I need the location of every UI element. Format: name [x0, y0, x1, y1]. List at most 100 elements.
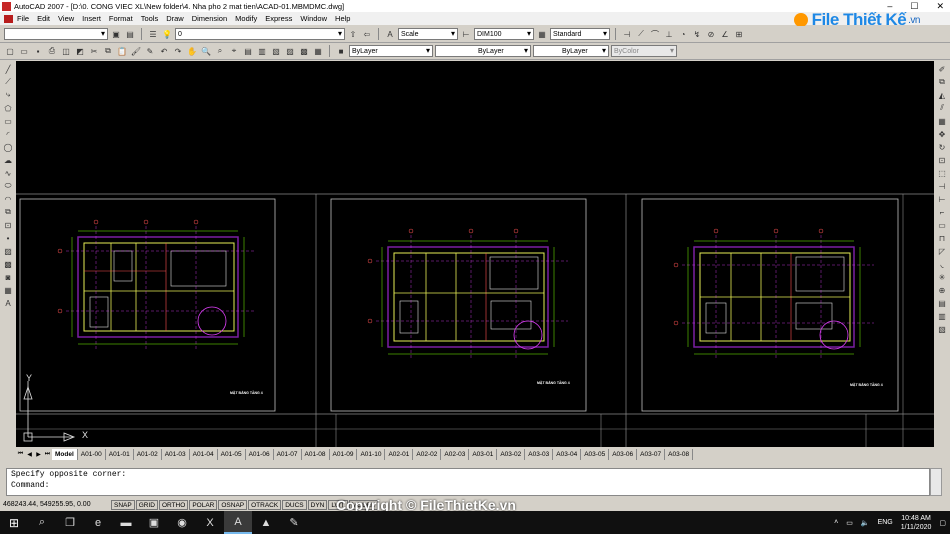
- dim-style-icon[interactable]: ⊢: [460, 28, 472, 40]
- text-style-select[interactable]: Scale: [398, 28, 458, 40]
- chrome-icon[interactable]: ◉: [168, 511, 196, 534]
- network-icon[interactable]: ▭: [846, 519, 853, 527]
- lineweight-select[interactable]: ByLayer: [533, 45, 609, 57]
- plotstyle-select[interactable]: ByColor: [611, 45, 677, 57]
- edge-browser-icon[interactable]: e: [84, 511, 112, 534]
- aligned-dim-icon[interactable]: ⟋: [635, 28, 647, 40]
- array-icon[interactable]: ▦: [936, 115, 948, 127]
- tab-layout[interactable]: A01-06: [246, 449, 274, 460]
- polygon-icon[interactable]: ⬠: [2, 102, 14, 114]
- tab-layout[interactable]: A02-01: [385, 449, 414, 460]
- ellipse-icon[interactable]: ⬭: [2, 180, 14, 192]
- workspace-save-icon[interactable]: ▤: [124, 28, 136, 40]
- tray-chevron-icon[interactable]: ˄: [834, 519, 838, 526]
- tab-layout[interactable]: A01-10: [357, 449, 386, 460]
- offset-icon[interactable]: ⫽: [936, 102, 948, 114]
- tab-model[interactable]: Model: [52, 449, 78, 460]
- menu-tools[interactable]: Tools: [141, 14, 159, 23]
- properties-icon[interactable]: ▤: [242, 45, 254, 57]
- excel-icon[interactable]: X: [196, 511, 224, 534]
- open-file-icon[interactable]: ▭: [18, 45, 30, 57]
- table-style-icon[interactable]: ▦: [536, 28, 548, 40]
- design-center-icon[interactable]: ▥: [256, 45, 268, 57]
- menu-window[interactable]: Window: [300, 14, 327, 23]
- menu-insert[interactable]: Insert: [82, 14, 101, 23]
- markup-icon[interactable]: ▩: [298, 45, 310, 57]
- ducs-toggle[interactable]: DUCS: [282, 499, 307, 510]
- zoom-window-icon[interactable]: ⌕: [214, 45, 226, 57]
- arc-icon[interactable]: ◜: [2, 128, 14, 140]
- menu-view[interactable]: View: [58, 14, 74, 23]
- menu-format[interactable]: Format: [109, 14, 133, 23]
- text-style-icon[interactable]: A: [384, 28, 396, 40]
- color-icon[interactable]: ■: [335, 45, 347, 57]
- break-icon[interactable]: ▭: [936, 219, 948, 231]
- polyline-icon[interactable]: ⤷: [2, 89, 14, 101]
- plot-icon[interactable]: ⎙: [46, 45, 58, 57]
- autocad-taskbar-icon[interactable]: A: [224, 511, 252, 534]
- osnap-toggle[interactable]: OSNAP: [218, 499, 248, 510]
- quick-dim-icon[interactable]: ⊞: [733, 28, 745, 40]
- publish-icon[interactable]: ◩: [74, 45, 86, 57]
- paste-icon[interactable]: 📋: [116, 45, 128, 57]
- move-icon[interactable]: ✥: [936, 128, 948, 140]
- menu-file[interactable]: File: [17, 14, 29, 23]
- table-icon[interactable]: ▦: [2, 284, 14, 296]
- tab-layout[interactable]: A01-04: [190, 449, 218, 460]
- block-editor-icon[interactable]: ✎: [144, 45, 156, 57]
- linear-dim-icon[interactable]: ⊣: [621, 28, 633, 40]
- jogged-dim-icon[interactable]: ↯: [691, 28, 703, 40]
- tab-layout[interactable]: A03-01: [469, 449, 498, 460]
- quickcalc-icon[interactable]: ▦: [312, 45, 324, 57]
- rotate-icon[interactable]: ↻: [936, 141, 948, 153]
- photos-icon[interactable]: ▲: [252, 511, 280, 534]
- join-icon[interactable]: ⊓: [936, 232, 948, 244]
- layer-select[interactable]: 0: [175, 28, 345, 40]
- tab-layout[interactable]: A02-02: [413, 449, 442, 460]
- linetype-select[interactable]: ByLayer: [435, 45, 531, 57]
- rectangle-icon[interactable]: ▭: [2, 115, 14, 127]
- tab-layout[interactable]: A01-00: [78, 449, 106, 460]
- windows-start-icon[interactable]: ⊞: [0, 511, 28, 534]
- ordinate-dim-icon[interactable]: ⊥: [663, 28, 675, 40]
- layer-previous-icon[interactable]: ⇦: [361, 28, 373, 40]
- otrack-toggle[interactable]: OTRACK: [248, 499, 282, 510]
- circle-icon[interactable]: ◯: [2, 141, 14, 153]
- menu-dimension[interactable]: Dimension: [192, 14, 227, 23]
- first-tab-icon[interactable]: ⏮: [16, 451, 25, 458]
- sheet-set-icon[interactable]: ▨: [284, 45, 296, 57]
- command-line[interactable]: Specify opposite corner: Command:: [6, 468, 930, 496]
- hatch-icon[interactable]: ▨: [2, 245, 14, 257]
- make-current-layer-icon[interactable]: ⇧: [347, 28, 359, 40]
- menu-edit[interactable]: Edit: [37, 14, 50, 23]
- undo-icon[interactable]: ↶: [158, 45, 170, 57]
- menu-draw[interactable]: Draw: [166, 14, 184, 23]
- prev-tab-icon[interactable]: ◀: [25, 451, 34, 458]
- diameter-dim-icon[interactable]: ⊘: [705, 28, 717, 40]
- cut-icon[interactable]: ✂: [88, 45, 100, 57]
- object-snap-icon[interactable]: ⊕: [936, 284, 948, 296]
- command-scrollbar[interactable]: [930, 468, 942, 496]
- last-tab-icon[interactable]: ⏭: [43, 451, 52, 458]
- point-icon[interactable]: •: [2, 232, 14, 244]
- tab-layout[interactable]: A03-05: [581, 449, 610, 460]
- isolate-icon[interactable]: ▧: [936, 323, 948, 335]
- document-icon[interactable]: [4, 14, 13, 23]
- copy-icon[interactable]: ⧉: [102, 45, 114, 57]
- tool-palettes-icon[interactable]: ▧: [270, 45, 282, 57]
- zoom-previous-icon[interactable]: ⌖: [228, 45, 240, 57]
- explode-icon[interactable]: ✳: [936, 271, 948, 283]
- extend-icon[interactable]: ⊢: [936, 193, 948, 205]
- save-icon[interactable]: ▪: [32, 45, 44, 57]
- menu-modify[interactable]: Modify: [235, 14, 257, 23]
- construction-line-icon[interactable]: ⟋: [2, 76, 14, 88]
- line-icon[interactable]: ╱: [2, 63, 14, 75]
- tab-layout[interactable]: A01-01: [106, 449, 134, 460]
- make-block-icon[interactable]: ⊡: [2, 219, 14, 231]
- insert-block-icon[interactable]: ⧉: [2, 206, 14, 218]
- tab-layout[interactable]: A03-04: [553, 449, 582, 460]
- tab-layout[interactable]: A01-05: [218, 449, 246, 460]
- erase-icon[interactable]: ✐: [936, 63, 948, 75]
- workspace-select[interactable]: [4, 28, 108, 40]
- new-file-icon[interactable]: ▢: [4, 45, 16, 57]
